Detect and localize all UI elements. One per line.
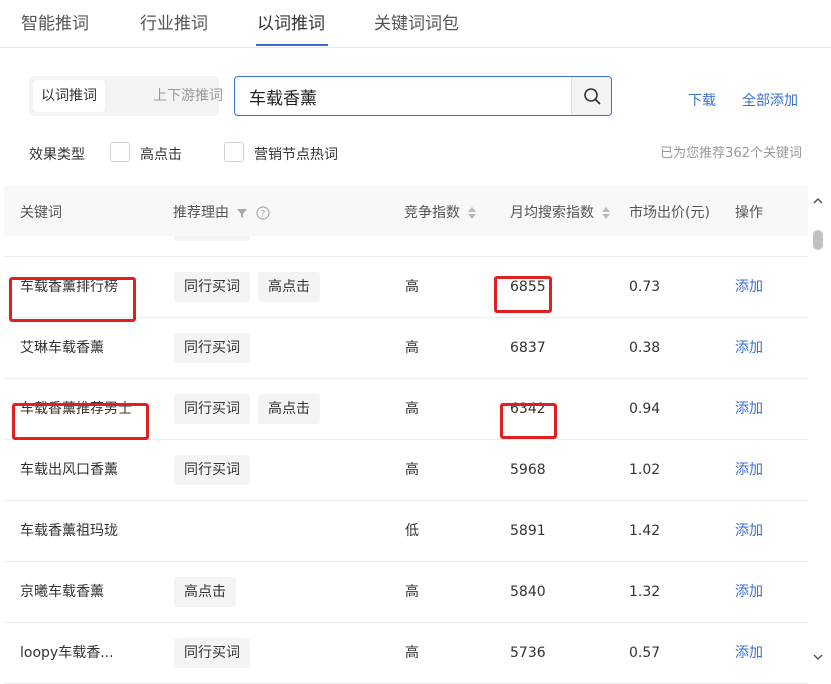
search-index-cell: 6342 — [510, 401, 546, 417]
search-icon — [584, 88, 601, 105]
table-row: 车载香薰推荐男士 同行买词 高点击 高 6342 0.94 添加 — [4, 379, 808, 440]
scroll-up-icon[interactable] — [812, 196, 824, 206]
search-index-cell: 5891 — [510, 523, 546, 539]
competition-cell: 低 — [405, 523, 419, 539]
sort-icon[interactable] — [601, 206, 611, 220]
header-action: 操作 — [735, 205, 763, 221]
sort-icon[interactable] — [467, 206, 477, 220]
keyword-cell: 车载香薰祖玛珑 — [20, 523, 118, 539]
bid-cell: 1.42 — [629, 523, 661, 539]
header-bid: 市场出价(元) — [629, 205, 710, 221]
add-button[interactable]: 添加 — [735, 257, 763, 317]
add-button[interactable]: 添加 — [735, 623, 763, 683]
table-row: 车载出风口香薰 同行买词 高 5968 1.02 添加 — [4, 440, 808, 501]
mode-word-recommend-button[interactable]: 以词推词 — [33, 80, 105, 112]
help-icon[interactable]: ? — [256, 206, 270, 220]
bid-cell: 0.73 — [629, 279, 661, 295]
marketing-hotword-label[interactable]: 营销节点热词 — [254, 144, 338, 164]
keyword-cell: 京曦车载香薰 — [20, 584, 104, 600]
keyword-table: 关键词 推荐理由 ? 竞争指数 月均搜索指数 市场出价(元) 操作 车载香薰排行… — [4, 186, 808, 684]
add-button[interactable]: 添加 — [735, 318, 763, 378]
table-row: loopy车载香... 同行买词 高 5736 0.57 添加 — [4, 623, 808, 684]
bid-cell: 0.94 — [629, 401, 661, 417]
reason-tag: 同行买词 — [174, 333, 250, 363]
search-input[interactable] — [249, 83, 569, 109]
mode-toggle: 以词推词 上下游推词 — [29, 76, 223, 116]
reason-tag: 高点击 — [258, 394, 320, 424]
table-row: 车载香薰排行榜 同行买词 高点击 高 6855 0.73 添加 — [4, 257, 808, 318]
keyword-cell: 车载出风口香薰 — [20, 462, 118, 478]
add-button[interactable]: 添加 — [735, 379, 763, 439]
top-tabs: 智能推词 行业推词 以词推词 关键词词包 — [0, 0, 831, 48]
high-click-checkbox[interactable] — [110, 142, 130, 162]
header-monthly-search-label: 月均搜索指数 — [510, 205, 594, 221]
search-button[interactable] — [571, 77, 611, 115]
bid-cell: 0.38 — [629, 340, 661, 356]
header-keyword: 关键词 — [20, 205, 62, 221]
search-index-cell: 6855 — [510, 279, 546, 295]
add-button[interactable]: 添加 — [735, 562, 763, 622]
download-link[interactable]: 下载 — [688, 90, 716, 110]
competition-cell: 高 — [405, 645, 419, 661]
search-box — [234, 76, 612, 116]
tab-keyword-package[interactable]: 关键词词包 — [374, 9, 459, 34]
recommend-count: 已为您推荐362个关键词 — [660, 146, 802, 161]
mode-upstream-recommend-button[interactable]: 上下游推词 — [149, 80, 227, 112]
keyword-cell: 车载香薰排行榜 — [20, 279, 118, 295]
scrollbar-thumb[interactable] — [813, 230, 823, 250]
competition-cell: 高 — [405, 401, 419, 417]
header-reason: 推荐理由 ? — [173, 202, 270, 222]
scroll-down-icon[interactable] — [812, 652, 824, 662]
search-index-cell: 6837 — [510, 340, 546, 356]
competition-cell: 高 — [405, 584, 419, 600]
high-click-label[interactable]: 高点击 — [140, 144, 182, 164]
header-monthly-search[interactable]: 月均搜索指数 — [510, 202, 611, 222]
reason-tag: 同行买词 — [174, 394, 250, 424]
competition-cell: 高 — [405, 279, 419, 295]
competition-cell: 高 — [405, 340, 419, 356]
search-index-cell: 5968 — [510, 462, 546, 478]
add-button[interactable]: 添加 — [735, 501, 763, 561]
competition-cell: 高 — [405, 462, 419, 478]
active-tab-indicator — [256, 44, 328, 46]
reason-tag: 同行买词 — [174, 455, 250, 485]
tab-word-recommend[interactable]: 以词推词 — [257, 9, 325, 34]
bid-cell: 1.02 — [629, 462, 661, 478]
effect-type-label: 效果类型 — [29, 147, 85, 163]
keyword-cell: loopy车载香... — [20, 645, 114, 661]
keyword-cell: 车载香薰推荐男士 — [20, 401, 132, 417]
reason-tag: 高点击 — [258, 272, 320, 302]
add-button[interactable]: 添加 — [735, 440, 763, 500]
reason-tag: 高点击 — [174, 577, 236, 607]
table-row: 车载香薰祖玛珑 低 5891 1.42 添加 — [4, 501, 808, 562]
tab-smart-recommend[interactable]: 智能推词 — [21, 9, 89, 34]
reason-tag: 同行买词 — [174, 272, 250, 302]
bid-cell: 1.32 — [629, 584, 661, 600]
header-competition[interactable]: 竞争指数 — [404, 202, 477, 222]
table-row: 京曦车载香薰 高点击 高 5840 1.32 添加 — [4, 562, 808, 623]
reason-tag: 同行买词 — [174, 638, 250, 668]
header-competition-label: 竞争指数 — [404, 205, 460, 221]
table-header: 关键词 推荐理由 ? 竞争指数 月均搜索指数 市场出价(元) 操作 — [4, 186, 808, 236]
svg-text:?: ? — [261, 210, 266, 220]
filter-icon[interactable] — [236, 207, 248, 219]
table-scrollbar[interactable] — [810, 186, 828, 684]
marketing-hotword-checkbox[interactable] — [224, 142, 244, 162]
keyword-cell: 艾琳车载香薰 — [20, 340, 104, 356]
bid-cell: 0.57 — [629, 645, 661, 661]
search-index-cell: 5736 — [510, 645, 546, 661]
tab-industry-recommend[interactable]: 行业推词 — [140, 9, 208, 34]
search-index-cell: 5840 — [510, 584, 546, 600]
table-row: 艾琳车载香薰 同行买词 高 6837 0.38 添加 — [4, 318, 808, 379]
header-reason-label: 推荐理由 — [173, 205, 229, 221]
add-all-link[interactable]: 全部添加 — [742, 90, 798, 110]
